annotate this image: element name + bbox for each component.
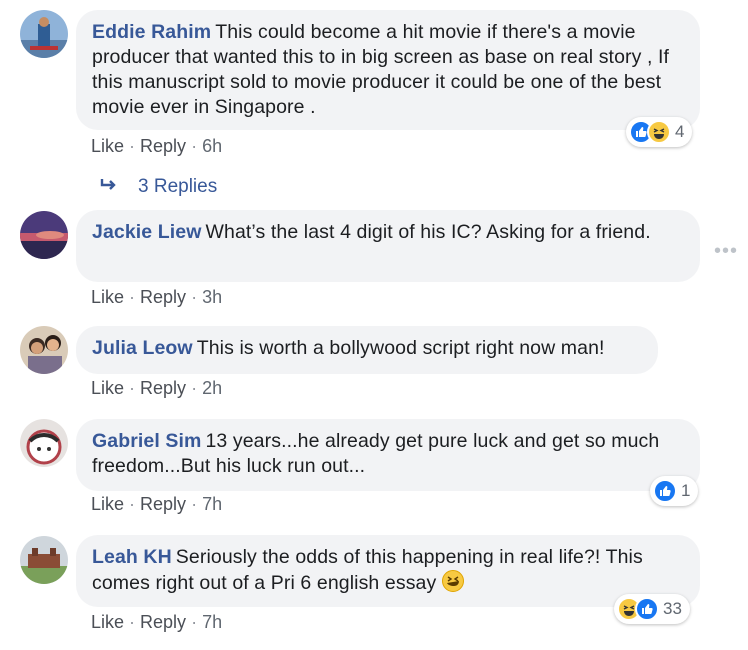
- separator: ·: [129, 494, 136, 514]
- comment-text: This is worth a bollywood script right n…: [196, 337, 605, 359]
- comment-text: What’s the last 4 digit of his IC? Askin…: [205, 221, 651, 243]
- like-icon: [653, 479, 677, 503]
- reaction-summary[interactable]: 1: [650, 476, 699, 506]
- more-options-icon[interactable]: •••: [714, 240, 738, 263]
- reply-button[interactable]: Reply: [140, 612, 186, 632]
- like-button[interactable]: Like: [91, 378, 124, 398]
- comment-bubble: Leah KH Seriously the odds of this happen…: [76, 535, 700, 607]
- reaction-count: 33: [663, 599, 682, 618]
- separator: ·: [129, 378, 136, 398]
- avatar[interactable]: [20, 536, 68, 584]
- comment-author[interactable]: Jackie Liew: [92, 221, 202, 243]
- rolling-laughing-emoji-icon: [441, 570, 464, 592]
- comment-timestamp[interactable]: 7h: [202, 494, 222, 514]
- separator: ·: [191, 378, 198, 398]
- separator: ·: [129, 287, 136, 307]
- like-button[interactable]: Like: [91, 136, 124, 156]
- separator: ·: [129, 136, 136, 156]
- separator: ·: [191, 612, 198, 632]
- comment-bubble: Jackie Liew What’s the last 4 digit of hi…: [76, 210, 700, 282]
- reaction-count: 1: [681, 481, 691, 500]
- comment-actions: Like · Reply · 7h: [91, 494, 222, 515]
- reaction-summary[interactable]: 4: [626, 117, 693, 147]
- reaction-summary[interactable]: 33: [614, 594, 690, 624]
- haha-icon: [647, 120, 671, 144]
- comment-author[interactable]: Leah KH: [92, 546, 172, 568]
- separator: ·: [191, 494, 198, 514]
- avatar[interactable]: [20, 211, 68, 259]
- separator: ·: [129, 612, 136, 632]
- reaction-count: 4: [675, 122, 685, 141]
- reply-button[interactable]: Reply: [140, 494, 186, 514]
- reply-arrow-icon: [100, 176, 120, 198]
- comment-timestamp[interactable]: 2h: [202, 378, 222, 398]
- comment-text: Seriously the odds of this happening in …: [92, 546, 643, 594]
- comment-bubble: Julia Leow This is worth a bollywood scri…: [76, 326, 658, 374]
- reply-button[interactable]: Reply: [140, 378, 186, 398]
- like-button[interactable]: Like: [91, 612, 124, 632]
- reply-button[interactable]: Reply: [140, 136, 186, 156]
- avatar[interactable]: [20, 419, 68, 467]
- comment-author[interactable]: Julia Leow: [92, 337, 193, 359]
- comment-timestamp[interactable]: 3h: [202, 287, 222, 307]
- avatar[interactable]: [20, 326, 68, 374]
- comment-actions: Like · Reply · 3h: [91, 287, 222, 308]
- comment-author[interactable]: Gabriel Sim: [92, 430, 201, 452]
- comment-actions: Like · Reply · 6h: [91, 136, 222, 157]
- comment-actions: Like · Reply · 7h: [91, 612, 222, 633]
- avatar[interactable]: [20, 10, 68, 58]
- view-replies-link[interactable]: 3 Replies: [100, 176, 217, 198]
- comment-bubble: Gabriel Sim 13 years...he already get pur…: [76, 419, 700, 491]
- replies-count-label[interactable]: 3 Replies: [138, 176, 217, 197]
- like-button[interactable]: Like: [91, 287, 124, 307]
- separator: ·: [191, 287, 198, 307]
- comment-timestamp[interactable]: 7h: [202, 612, 222, 632]
- reply-button[interactable]: Reply: [140, 287, 186, 307]
- comment-actions: Like · Reply · 2h: [91, 378, 222, 399]
- comment-bubble: Eddie Rahim This could become a hit movie…: [76, 10, 700, 130]
- like-button[interactable]: Like: [91, 494, 124, 514]
- like-icon: [635, 597, 659, 621]
- comment-timestamp[interactable]: 6h: [202, 136, 222, 156]
- separator: ·: [191, 136, 198, 156]
- comment-author[interactable]: Eddie Rahim: [92, 21, 211, 43]
